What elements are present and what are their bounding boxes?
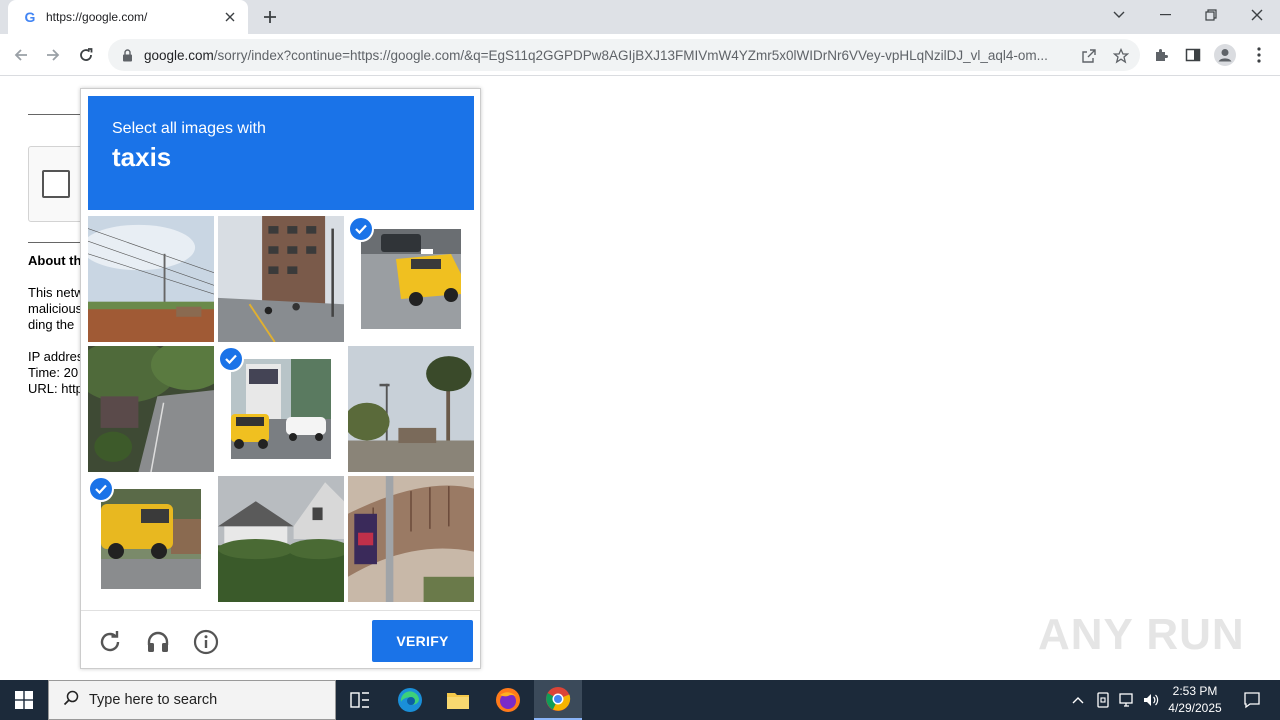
ip-address-line: IP addres xyxy=(28,349,84,364)
minimize-button[interactable] xyxy=(1142,0,1188,30)
tile-image xyxy=(101,489,201,589)
image-tile-1[interactable] xyxy=(88,216,214,342)
about-heading: About th xyxy=(28,253,82,268)
forward-button[interactable] xyxy=(40,42,66,68)
anyrun-watermark: ANY RUN xyxy=(1038,610,1245,659)
tile-image xyxy=(348,346,474,472)
browser-toolbar: google.com/sorry/index?continue=https://… xyxy=(0,34,1280,76)
network-icon[interactable] xyxy=(1116,680,1138,720)
taskbar-search-box[interactable]: Type here to search xyxy=(48,680,336,720)
search-icon xyxy=(63,690,79,711)
url-line: URL: http xyxy=(28,381,83,396)
tile-image xyxy=(218,216,344,342)
share-icon[interactable] xyxy=(1080,47,1098,65)
divider xyxy=(28,114,88,115)
extensions-puzzle-icon[interactable] xyxy=(1150,44,1172,66)
tile-image xyxy=(231,359,331,459)
reload-button[interactable] xyxy=(73,42,99,68)
tab-strip: G https://google.com/ xyxy=(0,0,1280,34)
body-line-2: malicious xyxy=(28,301,83,316)
tile-image xyxy=(348,476,474,602)
checkmark-icon xyxy=(88,476,114,502)
recaptcha-challenge: Select all images with taxis VERIFY xyxy=(80,88,481,669)
challenge-object: taxis xyxy=(112,142,172,172)
image-tile-6[interactable] xyxy=(348,346,474,472)
clock-date: 4/29/2025 xyxy=(1168,701,1222,715)
divider xyxy=(28,242,88,243)
address-bar[interactable]: google.com/sorry/index?continue=https://… xyxy=(108,39,1140,71)
tab-google[interactable]: G https://google.com/ xyxy=(8,0,248,34)
search-placeholder: Type here to search xyxy=(89,692,218,708)
windows-start-icon[interactable] xyxy=(0,680,48,720)
image-tile-9[interactable] xyxy=(348,476,474,602)
lock-icon[interactable] xyxy=(120,48,134,62)
body-line-3: ding the xyxy=(28,317,75,332)
device-tray-icon[interactable] xyxy=(1092,680,1114,720)
verify-button[interactable]: VERIFY xyxy=(372,620,473,662)
body-line-1: This netw xyxy=(28,285,84,300)
new-tab-button[interactable] xyxy=(258,6,282,28)
taskbar-clock[interactable]: 2:53 PM 4/29/2025 xyxy=(1160,683,1230,717)
audio-challenge-headphones-icon[interactable] xyxy=(144,628,172,656)
google-favicon-icon: G xyxy=(24,9,36,25)
profile-avatar-icon[interactable] xyxy=(1214,44,1236,66)
menu-kebab-icon[interactable] xyxy=(1248,44,1270,66)
image-tile-7[interactable] xyxy=(88,476,214,602)
recaptcha-anchor[interactable] xyxy=(28,146,88,222)
tile-image xyxy=(218,476,344,602)
image-tile-4[interactable] xyxy=(88,346,214,472)
info-icon[interactable] xyxy=(192,628,220,656)
volume-icon[interactable] xyxy=(1140,680,1162,720)
restore-button[interactable] xyxy=(1188,0,1234,30)
checkmark-icon xyxy=(218,346,244,372)
firefox-icon[interactable] xyxy=(484,680,532,720)
image-tile-3[interactable] xyxy=(348,216,474,342)
bookmark-star-icon[interactable] xyxy=(1112,47,1130,65)
recaptcha-checkbox[interactable] xyxy=(42,170,70,198)
file-explorer-icon[interactable] xyxy=(434,680,482,720)
tab-title: https://google.com/ xyxy=(46,10,148,24)
image-tile-8[interactable] xyxy=(218,476,344,602)
reload-challenge-icon[interactable] xyxy=(96,628,124,656)
taskbar: Type here to search 2:53 PM 4/29/2025 xyxy=(0,680,1280,720)
close-tab-icon[interactable] xyxy=(222,9,238,25)
challenge-header: Select all images with taxis xyxy=(88,96,474,210)
chrome-icon[interactable] xyxy=(534,680,582,720)
image-grid xyxy=(88,216,474,602)
challenge-footer: VERIFY xyxy=(81,610,480,668)
checkmark-icon xyxy=(348,216,374,242)
url-text[interactable]: google.com/sorry/index?continue=https://… xyxy=(144,48,1072,63)
image-tile-5[interactable] xyxy=(218,346,344,472)
side-panel-icon[interactable] xyxy=(1182,44,1204,66)
show-hidden-icons-chevron-icon[interactable] xyxy=(1068,680,1088,720)
edge-browser-icon[interactable] xyxy=(386,680,434,720)
image-tile-2[interactable] xyxy=(218,216,344,342)
back-button[interactable] xyxy=(8,42,34,68)
tile-image xyxy=(88,216,214,342)
tile-image xyxy=(88,346,214,472)
notifications-icon[interactable] xyxy=(1232,680,1272,720)
task-view-icon[interactable] xyxy=(336,680,384,720)
tab-search-chevron-icon[interactable] xyxy=(1096,0,1142,30)
tile-image xyxy=(361,229,461,329)
time-line: Time: 20 xyxy=(28,365,79,380)
clock-time: 2:53 PM xyxy=(1172,684,1218,698)
challenge-instruction: Select all images with xyxy=(112,120,266,137)
close-window-button[interactable] xyxy=(1234,0,1280,30)
